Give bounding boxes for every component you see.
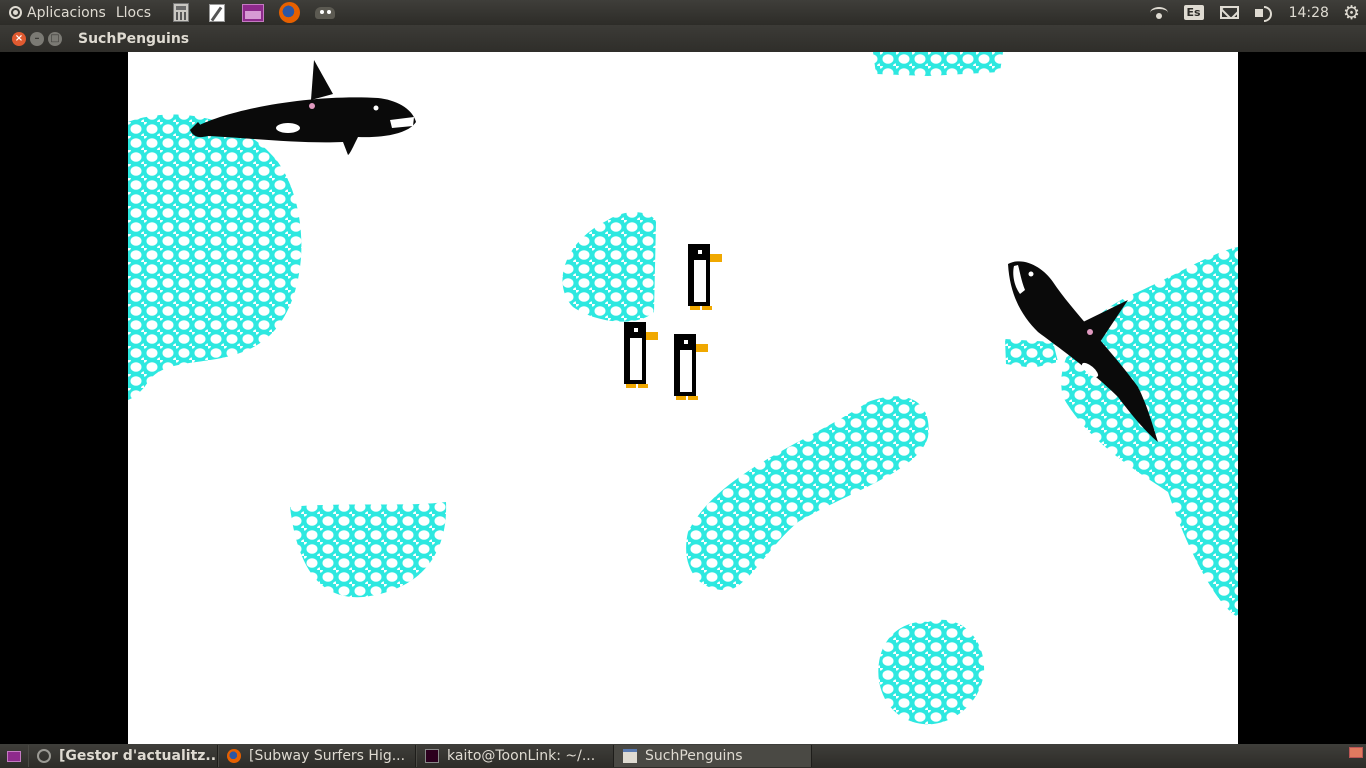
taskbar-item-label: SuchPenguins	[645, 748, 743, 764]
update-manager-icon	[37, 749, 51, 763]
terminal-icon	[425, 749, 439, 763]
places-menu-label: Llocs	[115, 4, 152, 21]
taskbar-item-label: [Subway Surfers Hig...	[249, 748, 406, 764]
penguin	[674, 334, 708, 400]
session-gear-icon[interactable]: ⚙	[1343, 2, 1360, 24]
window-icon	[623, 749, 637, 763]
top-panel: Aplicacions Llocs Es 14:28 ⚙	[0, 0, 1366, 25]
ice-floe	[686, 396, 929, 591]
penguin	[688, 244, 722, 310]
keyboard-indicator[interactable]: Es	[1183, 5, 1204, 20]
desktop-icon	[7, 750, 21, 762]
applications-menu[interactable]: Aplicacions	[4, 0, 111, 25]
gimp-icon	[315, 6, 336, 19]
keyboard-layout-label: Es	[1183, 5, 1204, 20]
firefox-icon	[278, 2, 300, 23]
places-menu[interactable]: Llocs	[111, 0, 156, 25]
ice-floe	[562, 212, 656, 322]
game-scene	[128, 52, 1238, 725]
clock[interactable]: 14:28	[1289, 5, 1329, 21]
taskbar-item-terminal[interactable]: kaito@ToonLink: ~/...	[416, 745, 614, 767]
text-editor-launcher[interactable]	[206, 2, 228, 24]
ice-floe	[878, 619, 985, 725]
gimp-launcher[interactable]	[314, 2, 336, 24]
window-title: SuchPenguins	[78, 30, 190, 47]
ice-floe	[128, 114, 302, 400]
network-indicator[interactable]	[1149, 6, 1168, 19]
game-area	[0, 52, 1366, 744]
bottom-panel: [Gestor d'actualitz... [Subway Surfers H…	[0, 744, 1366, 768]
game-canvas[interactable]	[128, 52, 1238, 744]
desktop-launcher[interactable]	[242, 2, 265, 24]
calculator-launcher[interactable]	[170, 2, 192, 24]
taskbar-item-label: [Gestor d'actualitz...	[59, 748, 218, 764]
close-button[interactable]: ×	[12, 31, 26, 46]
taskbar-item-firefox[interactable]: [Subway Surfers Hig...	[218, 745, 416, 767]
ice-floe	[873, 52, 1003, 76]
messaging-indicator[interactable]	[1219, 6, 1239, 19]
text-editor-icon	[209, 3, 226, 22]
desktop-icon	[242, 3, 265, 22]
applications-menu-label: Aplicacions	[27, 4, 106, 21]
firefox-launcher[interactable]	[278, 2, 300, 24]
system-tray: Es 14:28 ⚙	[1142, 0, 1366, 25]
calculator-icon	[173, 3, 190, 22]
penguin	[624, 322, 658, 388]
trash-icon[interactable]	[1349, 747, 1363, 758]
speaker-icon	[1254, 5, 1272, 22]
taskbar-item-label: kaito@ToonLink: ~/...	[447, 748, 596, 764]
sound-indicator[interactable]	[1254, 5, 1272, 22]
maximize-button[interactable]: □	[48, 31, 62, 46]
ice-floe	[1005, 339, 1058, 368]
minimize-button[interactable]: –	[30, 31, 44, 46]
firefox-icon	[227, 749, 241, 763]
wifi-icon	[1149, 6, 1168, 19]
window-title-bar[interactable]: × – □ SuchPenguins	[0, 25, 1366, 52]
taskbar-item-suchpenguins[interactable]: SuchPenguins	[614, 745, 812, 767]
ice-floe	[290, 502, 447, 598]
applications-icon	[9, 6, 22, 19]
mail-icon	[1219, 6, 1239, 19]
taskbar-item-update-manager[interactable]: [Gestor d'actualitz...	[28, 745, 218, 767]
show-desktop-button[interactable]	[0, 744, 28, 768]
